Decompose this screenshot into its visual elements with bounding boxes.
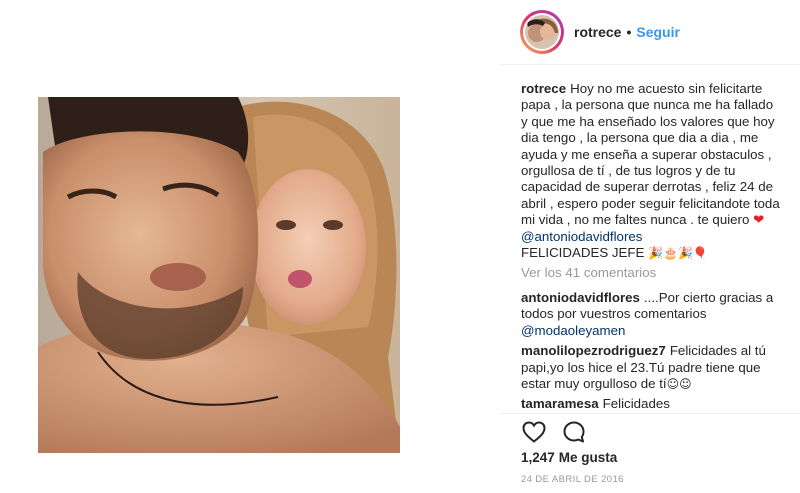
caption-username[interactable]: rotrece — [521, 81, 566, 96]
comments-list[interactable]: rotrece Hoy no me acuesto sin felicitarte… — [521, 81, 783, 412]
caption-mention-link[interactable]: @antoniodavidflores — [521, 229, 642, 244]
view-all-comments-link[interactable]: Ver los 41 comentarios — [521, 265, 783, 281]
separator-dot: • — [626, 24, 632, 40]
post-photo[interactable] — [38, 97, 400, 453]
post-header: rotrece • Seguir — [500, 10, 680, 54]
comment-text: Felicidades — [602, 396, 670, 412]
heart-outline-icon — [522, 421, 546, 443]
comment-item: antoniodavidflores ....Por cierto gracias… — [521, 290, 783, 339]
caption: rotrece Hoy no me acuesto sin felicitarte… — [521, 81, 783, 261]
caption-text: Hoy no me acuesto sin felicitarte papa ,… — [521, 81, 780, 228]
comment-username[interactable]: antoniodavidflores — [521, 290, 640, 305]
smile-emoji-icon: ☺☺ — [666, 376, 692, 391]
comment-mention-link[interactable]: @modaoleyamen — [521, 323, 625, 338]
like-button[interactable] — [521, 419, 547, 445]
follow-button[interactable]: Seguir — [636, 24, 680, 40]
avatar-image — [525, 15, 559, 49]
post-actions — [521, 419, 601, 445]
party-emoji-icon: 🎉🎂🎉🎈 — [648, 246, 708, 261]
comment-button[interactable] — [561, 419, 587, 445]
avatar[interactable] — [520, 10, 564, 54]
likes-count[interactable]: 1,247 Me gusta — [521, 450, 617, 465]
actions-divider — [500, 413, 800, 414]
comment-username[interactable]: manolilopezrodriguez7 — [521, 343, 666, 358]
red-heart-emoji-icon: ❤ — [753, 212, 765, 228]
likes-label: Me gusta — [558, 450, 618, 465]
speech-bubble-icon — [563, 421, 585, 443]
caption-text-end: FELICIDADES JEFE — [521, 245, 645, 261]
comment-item: manolilopezrodriguez7 Felicidades al tú p… — [521, 343, 783, 392]
post-date: 24 DE ABRIL DE 2016 — [521, 474, 624, 485]
selfie-photo-image — [38, 97, 400, 453]
comment-username[interactable]: tamaramesa — [521, 396, 599, 411]
header-divider — [500, 64, 800, 65]
post-side-panel: rotrece • Seguir rotrece Hoy no me acuest… — [500, 0, 800, 493]
comment-item: tamaramesa Felicidades — [521, 396, 783, 412]
post-username[interactable]: rotrece — [574, 24, 621, 40]
likes-number: 1,247 — [521, 450, 555, 465]
